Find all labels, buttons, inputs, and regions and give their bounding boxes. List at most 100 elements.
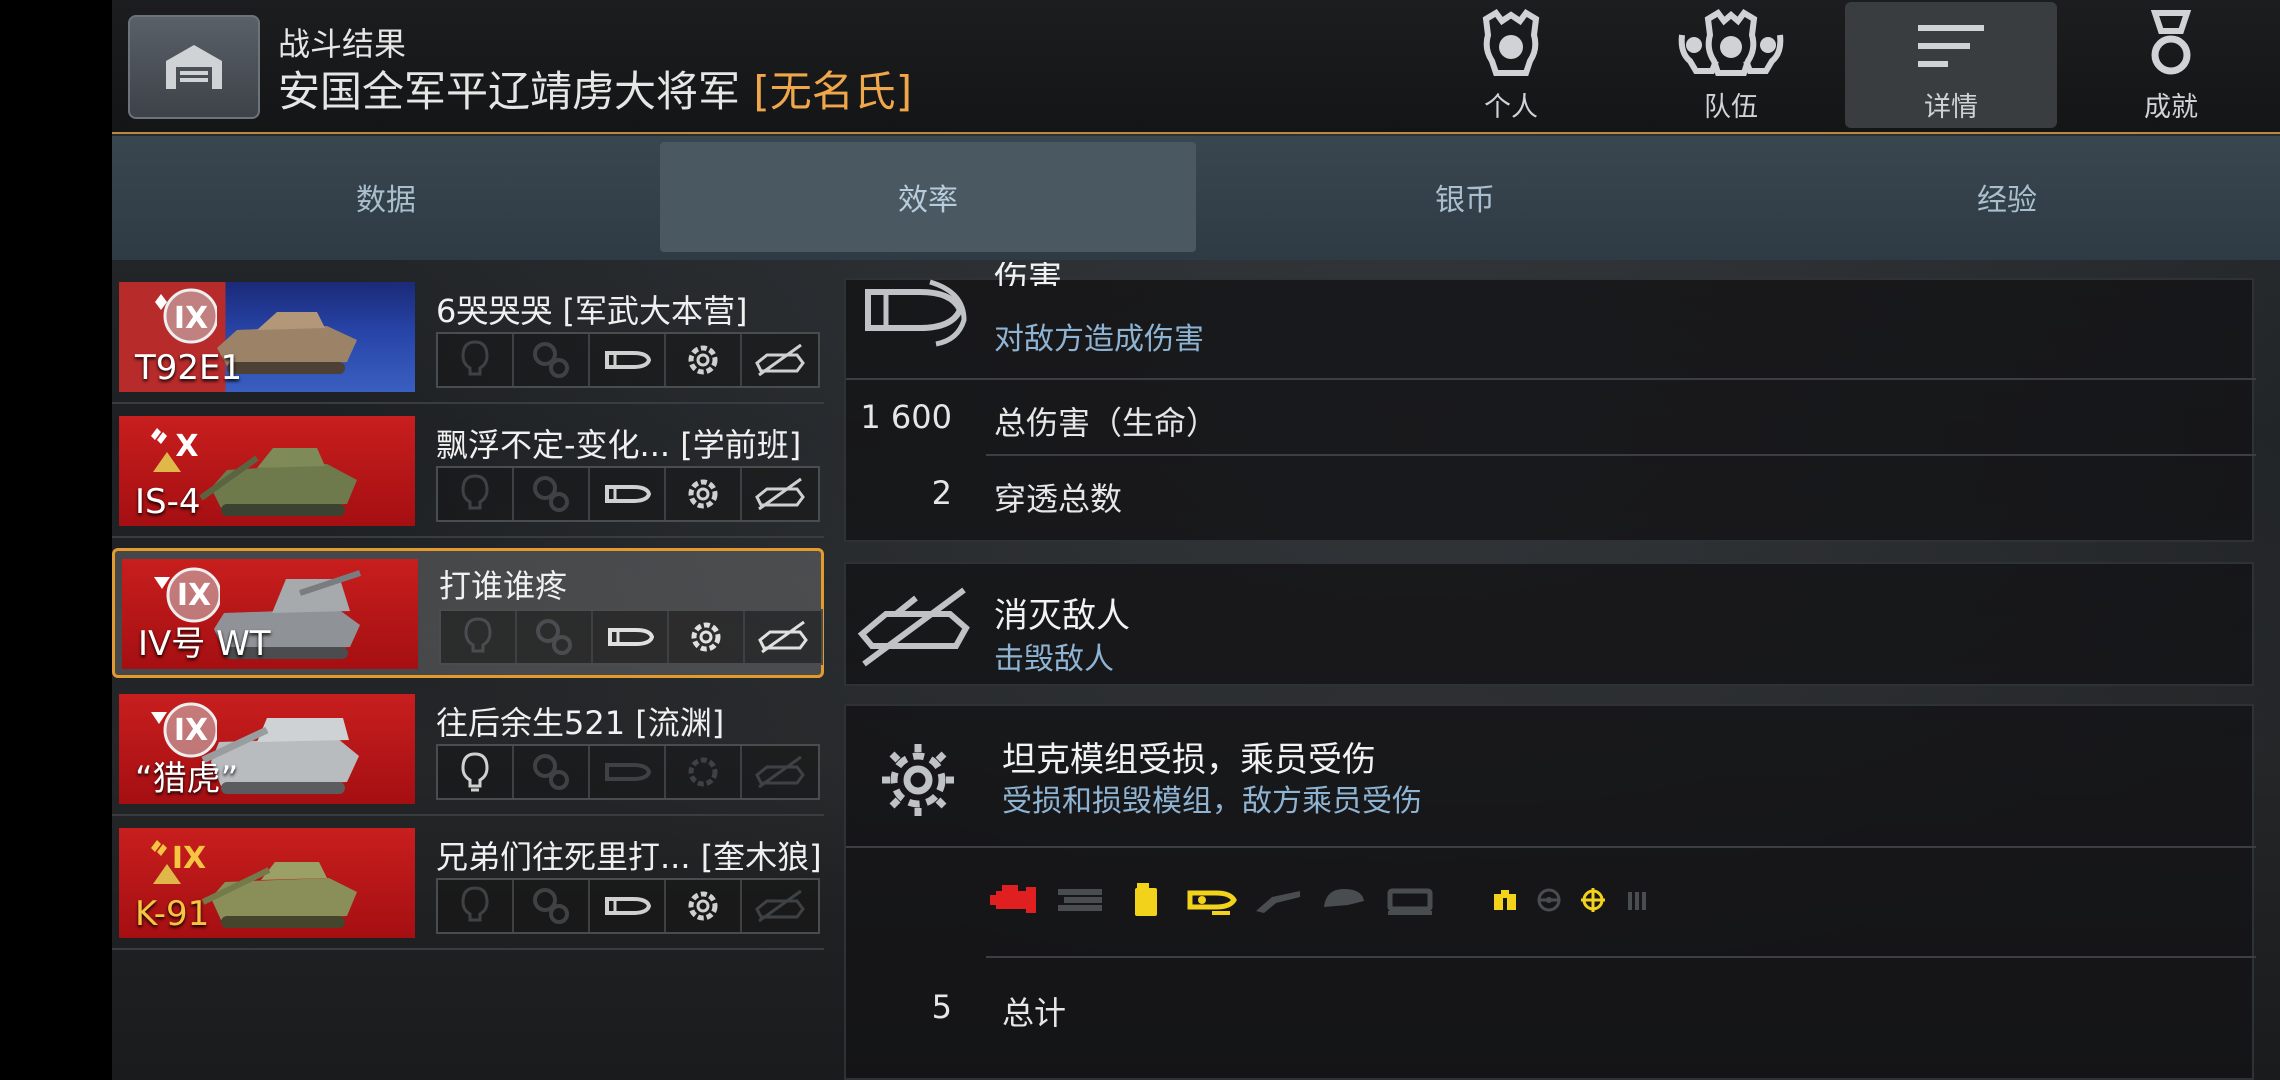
divider — [846, 846, 2256, 848]
efficiency-icons — [436, 466, 820, 522]
modules-slot — [666, 468, 742, 520]
shell-icon — [605, 763, 651, 781]
tank-image: X IS-4 — [119, 416, 415, 526]
stat-value: 2 — [931, 474, 952, 512]
module-gear-icon — [882, 744, 954, 816]
player-title-text: 安国全军平辽靖虏大将军 — [278, 67, 741, 116]
subtab-credits[interactable]: 银币 — [1196, 142, 1734, 252]
stat-label: 总计 — [1002, 994, 1067, 1032]
tank-silhouette-icon — [199, 448, 357, 516]
assist-slot — [517, 611, 593, 663]
gun-icon — [1252, 882, 1304, 918]
efficiency-icons — [436, 744, 820, 800]
kills-section: 消灭敌人 击毁敌人 — [844, 562, 2254, 686]
destroyed-tank-icon — [857, 587, 970, 667]
damage-slot — [593, 611, 669, 663]
tank-image: IX IV号 WT — [122, 559, 418, 669]
radio-icon — [1384, 882, 1436, 918]
fuel-tank-icon — [1120, 882, 1172, 918]
module-gear-icon — [688, 345, 718, 375]
tank-name: K-91 — [135, 894, 210, 934]
ammo-rack-icon — [1186, 882, 1238, 918]
module-gear-icon — [691, 622, 721, 652]
efficiency-icons — [439, 609, 823, 665]
module-gear-icon — [688, 757, 718, 787]
tab-personal-label: 个人 — [1484, 92, 1538, 123]
destroyed-tank-icon — [755, 477, 805, 511]
destroyed-tank-icon — [755, 889, 805, 923]
list-lines-icon — [1918, 25, 1984, 67]
tank-image: IX T92E1 — [119, 282, 415, 392]
tank-silhouette-icon — [201, 862, 357, 928]
bulb-icon — [461, 886, 489, 922]
assist-gear-icon — [536, 619, 572, 655]
medal-icon — [2150, 10, 2192, 75]
tab-details[interactable]: 详情 — [1845, 2, 2057, 128]
subtab-data[interactable]: 数据 — [112, 142, 660, 252]
helmet-icon — [1482, 9, 1540, 76]
efficiency-details: 伤害 对敌方造成伤害 1 600 总伤害（生命） 2 穿透总数 消灭敌人 击毁敌… — [844, 262, 2256, 1080]
modules-slot — [666, 746, 742, 798]
player-row[interactable]: IX T92E1 6哭哭哭 [军武大本营] — [112, 270, 824, 404]
stat-value: 5 — [931, 988, 952, 1026]
stat-value: 1 600 — [860, 398, 952, 436]
player-row[interactable]: IX “猎虎” 往后余生521 [流渊] — [112, 682, 824, 816]
tab-team[interactable]: 队伍 — [1625, 2, 1837, 128]
player-name: 往后余生521 [流渊] — [436, 704, 725, 742]
loader-crew-icon — [1622, 882, 1652, 918]
assist-slot — [514, 880, 590, 932]
sub-tabs-bar: 数据 效率 银币 经验 — [112, 136, 2280, 260]
player-title: 安国全军平辽靖虏大将军 [无名氏] — [278, 64, 912, 120]
destroyed-tank-icon — [758, 620, 808, 654]
subtab-efficiency[interactable]: 效率 — [660, 142, 1196, 252]
bulb-icon — [464, 617, 492, 653]
tank-name: IV号 WT — [138, 624, 271, 664]
garage-home-button[interactable] — [128, 15, 260, 119]
shell-icon — [605, 897, 651, 915]
modules-section-title: 坦克模组受损，乘员受伤 — [1002, 740, 1376, 780]
damage-section: 伤害 对敌方造成伤害 1 600 总伤害（生命） 2 穿透总数 — [844, 262, 2256, 542]
bulb-icon — [461, 752, 489, 792]
assist-slot — [514, 334, 590, 386]
assist-gear-icon — [533, 476, 569, 512]
tracks-icon — [1054, 882, 1106, 918]
modules-slot — [669, 611, 745, 663]
destroyed-tank-icon — [755, 755, 805, 789]
spotting-slot — [438, 746, 514, 798]
title-block: 战斗结果 安国全军平辽靖虏大将军 [无名氏] — [278, 24, 912, 120]
assist-slot — [514, 468, 590, 520]
stat-row-penetrations: 2 穿透总数 — [846, 456, 2256, 536]
tab-achievements-label: 成就 — [2144, 92, 2198, 123]
assist-gear-icon — [533, 888, 569, 924]
assist-gear-icon — [533, 342, 569, 378]
player-name: 打谁谁疼 — [439, 567, 568, 605]
kills-slot — [742, 468, 818, 520]
tab-personal[interactable]: 个人 — [1405, 2, 1617, 128]
tank-name: “猎虎” — [135, 759, 239, 799]
module-gear-icon — [688, 479, 718, 509]
assist-slot — [514, 746, 590, 798]
player-row[interactable]: IX K-91 兄弟们往死里打... [奎木狼] — [112, 816, 824, 950]
kills-slot — [742, 746, 818, 798]
damage-section-desc: 对敌方造成伤害 — [994, 322, 1204, 357]
engine-icon — [988, 882, 1040, 918]
player-row[interactable]: X IS-4 飘浮不定-变化... [学前班] — [112, 404, 824, 538]
player-name: 兄弟们往死里打... [奎木狼] — [436, 838, 822, 876]
player-name: 6哭哭哭 [军武大本营] — [436, 292, 748, 330]
tier-badge-icon: IX — [155, 288, 217, 344]
assist-gear-icon — [533, 754, 569, 790]
binoculars-crew-icon — [1490, 882, 1520, 918]
modules-section: 坦克模组受损，乘员受伤 受损和损毁模组，敌方乘员受伤 5 总计 — [844, 704, 2256, 1080]
efficiency-icons — [436, 878, 820, 934]
player-row-self[interactable]: IX IV号 WT 打谁谁疼 — [112, 548, 824, 678]
bulb-icon — [461, 474, 489, 510]
modules-slot — [666, 334, 742, 386]
subtab-experience[interactable]: 经验 — [1734, 142, 2280, 252]
spotting-slot — [438, 468, 514, 520]
tab-team-label: 队伍 — [1704, 92, 1758, 123]
tab-achievements[interactable]: 成就 — [2065, 2, 2277, 128]
tier-text: X — [175, 429, 198, 464]
damage-slot — [590, 468, 666, 520]
tier-text: IX — [174, 301, 208, 336]
player-name: 飘浮不定-变化... [学前班] — [436, 426, 802, 464]
